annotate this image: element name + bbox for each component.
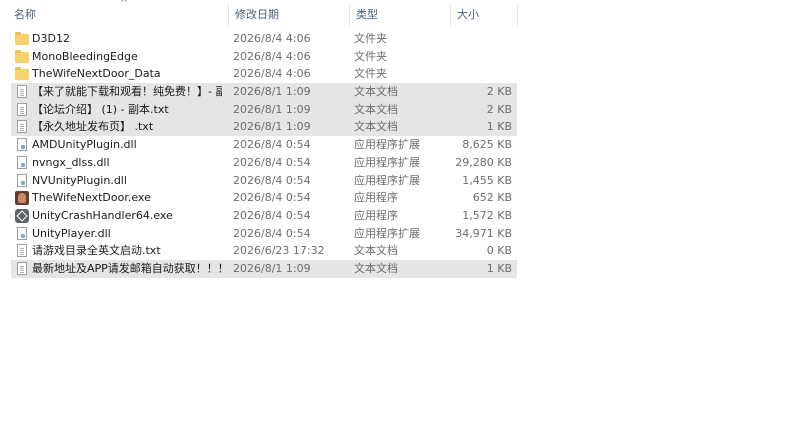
file-date: 2026/8/4 4:06 [233,32,311,45]
file-name: 【永久地址发布页】 .txt [32,120,154,134]
file-name: 【论坛介绍】 (1) - 副本.txt [32,102,169,116]
file-row[interactable]: NVUnityPlugin.dll 2026/8/4 0:54 应用程序扩展 1,45… [11,172,517,190]
file-size [431,48,512,66]
file-date: 2026/8/4 0:54 [233,155,311,169]
folder-icon [15,49,29,63]
file-size [431,65,512,83]
text-file-icon [17,261,27,275]
text-file-icon [17,244,27,258]
file-size: 652 KB [472,191,512,205]
file-date: 2026/8/1 1:09 [233,120,311,134]
column-header-name-label: 名称 [14,8,36,21]
file-size: 1 KB [486,261,512,275]
file-name: UnityPlayer.dll [32,226,111,240]
file-date: 2026/8/1 1:09 [233,261,311,275]
file-name: 最新地址及APP请发邮箱自动获取！！！... [32,261,222,275]
file-size: 8,625 KB [462,138,512,152]
file-date: 2026/8/4 4:06 [233,67,311,81]
file-row[interactable]: AMDUnityPlugin.dll 2026/8/4 0:54 应用程序扩展 8,6… [11,136,517,154]
unity-icon [15,208,29,223]
file-name: TheWifeNextDoor.exe [32,191,151,205]
column-header-type[interactable]: 类型 [348,0,450,30]
file-name: MonoBleedingEdge [32,49,138,63]
file-size [431,30,512,48]
file-size: 0 KB [486,244,512,258]
file-row[interactable]: 【论坛介绍】 (1) - 副本.txt 2026/8/1 1:09 文本文档 2 KB [11,100,517,119]
app-icon [15,191,29,206]
sort-ascending-icon: ^ [120,0,129,9]
file-name: D3D12 [32,32,70,45]
file-date: 2026/8/4 0:54 [233,138,311,152]
file-date: 2026/8/1 1:09 [233,85,311,99]
file-row[interactable]: MonoBleedingEdge 2026/8/4 4:06 文件夹 [11,48,517,66]
file-list: D3D12 2026/8/4 4:06 文件夹 MonoBleedingEdge 202… [11,30,517,278]
text-file-icon [17,120,27,134]
file-row[interactable]: TheWifeNextDoor_Data 2026/8/4 4:06 文件夹 [11,65,517,83]
file-name: NVUnityPlugin.dll [32,173,127,187]
column-header-size-label: 大小 [457,8,479,21]
column-header-size[interactable]: 大小 [449,0,517,30]
column-header-type-label: 类型 [356,8,378,21]
file-size: 1,455 KB [462,173,512,187]
file-size: 2 KB [486,85,512,99]
dll-file-icon [17,155,27,169]
file-name: AMDUnityPlugin.dll [32,138,137,152]
folder-icon [15,67,29,81]
folder-icon [15,32,29,45]
column-divider[interactable] [517,4,518,26]
file-name: 请游戏目录全英文启动.txt [32,244,161,258]
dll-file-icon [17,138,27,152]
file-row[interactable]: 【来了就能下载和观看！纯免费！】- 副... 2026/8/1 1:09 文本文档 2… [11,83,517,101]
file-date: 2026/8/4 4:06 [233,49,311,63]
file-size: 1,572 KB [462,208,512,222]
file-row[interactable]: nvngx_dlss.dll 2026/8/4 0:54 应用程序扩展 29,280 … [11,154,517,172]
file-row[interactable]: TheWifeNextDoor.exe 2026/8/4 0:54 应用程序 652 … [11,189,517,207]
file-row[interactable]: UnityPlayer.dll 2026/8/4 0:54 应用程序扩展 34,971… [11,225,517,243]
text-file-icon [17,102,27,116]
dll-file-icon [17,173,27,187]
file-row[interactable]: UnityCrashHandler64.exe 2026/8/4 0:54 应用程序… [11,207,517,225]
file-date: 2026/6/23 17:32 [233,244,325,258]
file-name: 【来了就能下载和观看！纯免费！】- 副... [32,85,222,99]
file-date: 2026/8/4 0:54 [233,226,311,240]
file-name: TheWifeNextDoor_Data [32,67,161,81]
column-header-name[interactable]: 名称 ^ [6,0,228,30]
file-date: 2026/8/4 0:54 [233,173,311,187]
dll-file-icon [17,226,27,240]
file-date: 2026/8/1 1:09 [233,102,311,116]
file-row[interactable]: 【永久地址发布页】 .txt 2026/8/1 1:09 文本文档 1 KB [11,118,517,137]
file-size: 34,971 KB [455,226,512,240]
file-size: 1 KB [486,120,512,134]
file-size: 29,280 KB [455,155,512,169]
file-row[interactable]: 最新地址及APP请发邮箱自动获取！！！... 2026/8/1 1:09 文本文档 1… [11,259,517,278]
file-name: UnityCrashHandler64.exe [32,208,173,222]
file-size: 2 KB [486,102,512,116]
column-header: 名称 ^ 修改日期 类型 大小 [0,0,520,30]
file-row[interactable]: 请游戏目录全英文启动.txt 2026/6/23 17:32 文本文档 0 KB [11,242,517,260]
column-header-date-label: 修改日期 [235,8,279,21]
file-date: 2026/8/4 0:54 [233,191,311,205]
text-file-icon [17,85,27,99]
column-header-date[interactable]: 修改日期 [227,0,349,30]
file-date: 2026/8/4 0:54 [233,208,311,222]
file-row[interactable]: D3D12 2026/8/4 4:06 文件夹 [11,30,517,48]
file-name: nvngx_dlss.dll [32,155,110,169]
